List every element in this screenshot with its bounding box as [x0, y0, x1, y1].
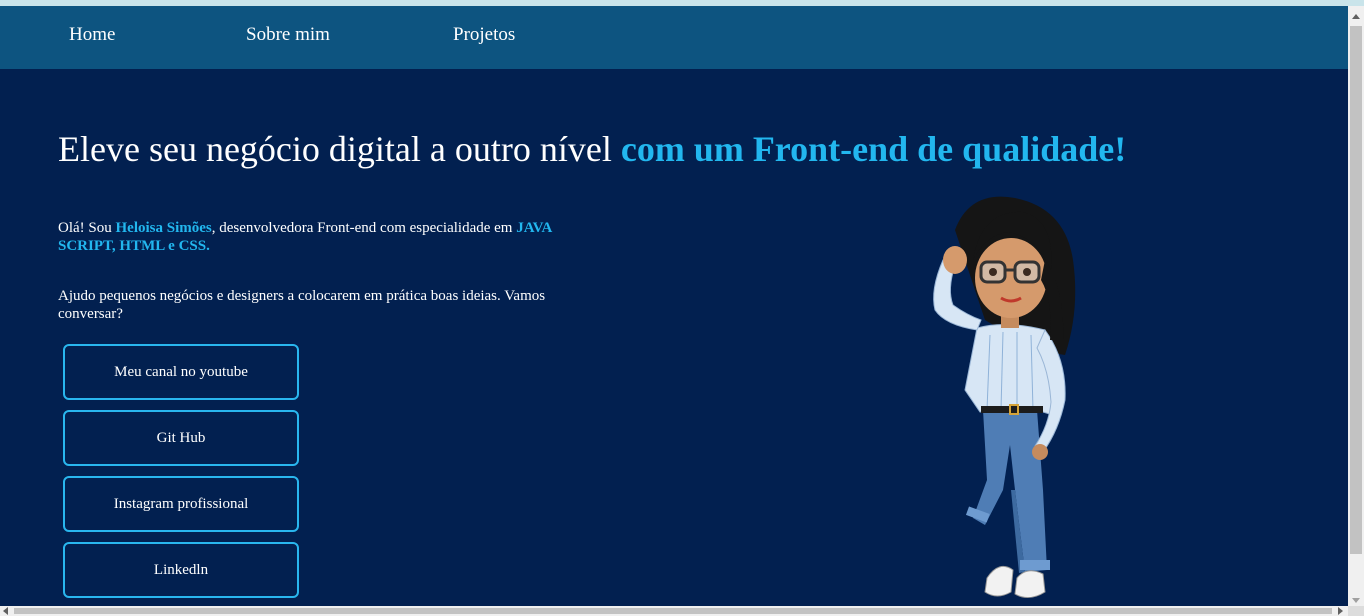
intro-paragraph-2: Ajudo pequenos negócios e designers a co…: [58, 288, 546, 322]
headline-highlight: com um Front-end de qualidade!: [620, 129, 1127, 169]
navbar: Home Sobre mim Projetos: [0, 6, 1348, 69]
scroll-left-arrow-icon[interactable]: [3, 607, 8, 615]
youtube-button[interactable]: Meu canal no youtube: [63, 344, 299, 400]
nav-link-sobre-mim[interactable]: Sobre mim: [246, 24, 330, 46]
hero-headline: Eleve seu negócio digital a outro nível …: [58, 128, 1126, 170]
intro-paragraph: Olá! Sou Heloisa Simões, desenvolvedora …: [58, 219, 598, 255]
scroll-down-arrow-icon[interactable]: [1352, 598, 1360, 603]
vertical-scroll-thumb[interactable]: [1350, 26, 1362, 554]
scrollbar-corner: [1348, 606, 1364, 616]
intro-text-1: Olá! Sou: [58, 220, 116, 236]
scroll-right-arrow-icon[interactable]: [1338, 607, 1343, 615]
headline-text: Eleve seu negócio digital a outro nível: [58, 129, 621, 169]
cartoon-woman-avatar-icon: [915, 190, 1095, 610]
instagram-button[interactable]: Instagram profissional: [63, 476, 299, 532]
intro-name: Heloisa Simões: [115, 220, 212, 236]
nav-link-home[interactable]: Home: [69, 24, 115, 46]
horizontal-scroll-thumb[interactable]: [14, 608, 1332, 614]
intro-text-2: , desenvolvedora Front-end com especiali…: [211, 220, 517, 236]
vertical-scrollbar[interactable]: [1348, 6, 1364, 606]
nav-link-projetos[interactable]: Projetos: [453, 24, 515, 46]
linkedin-button[interactable]: Linkedln: [63, 542, 299, 598]
horizontal-scrollbar[interactable]: [0, 606, 1348, 616]
scroll-up-arrow-icon[interactable]: [1352, 14, 1360, 19]
github-button[interactable]: Git Hub: [63, 410, 299, 466]
